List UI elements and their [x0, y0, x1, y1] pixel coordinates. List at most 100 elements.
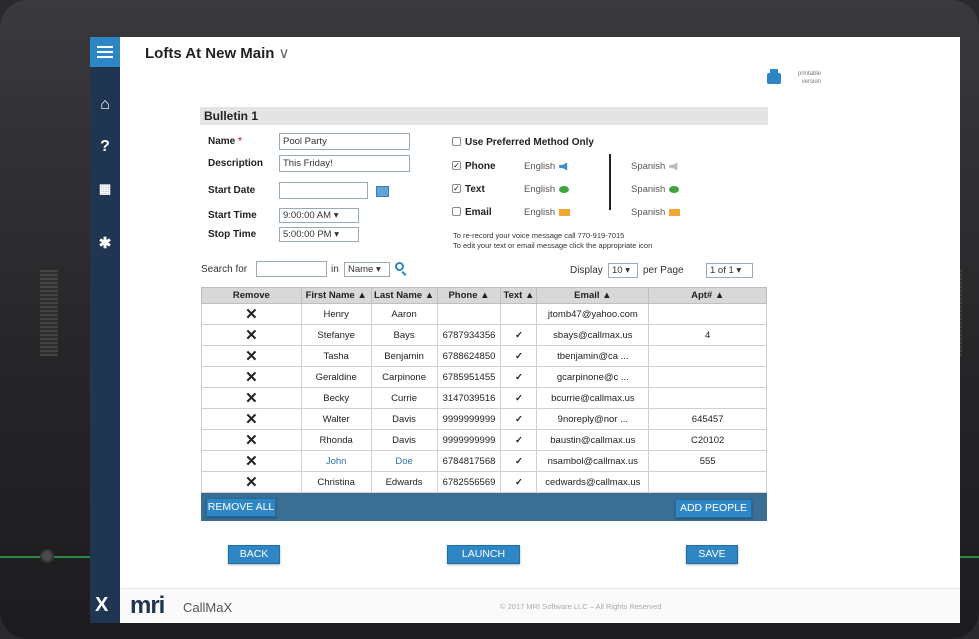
first-name-cell: Stefanye [300, 324, 372, 346]
col-phone[interactable]: Phone ▲ [436, 287, 502, 304]
first-name-cell: John [300, 450, 372, 472]
launch-button[interactable]: LAUNCH [447, 545, 520, 564]
name-field[interactable]: Pool Party [279, 133, 410, 150]
calendar-picker-icon[interactable] [376, 186, 389, 197]
search-icon[interactable] [395, 262, 404, 271]
remove-row-button[interactable]: ✕ [201, 387, 302, 409]
col-apt[interactable]: Apt# ▲ [648, 287, 767, 304]
text-status-cell: ✓ [500, 324, 538, 346]
gear-icon[interactable]: ✱ [90, 228, 120, 258]
text-status-cell: ✓ [500, 387, 538, 409]
first-name-cell: Rhonda [300, 429, 372, 451]
phone-spanish-option[interactable]: Spanish [631, 161, 679, 172]
search-in-label: in [331, 264, 339, 275]
first-name-cell: Christina [300, 471, 372, 493]
remove-row-button[interactable]: ✕ [201, 471, 302, 493]
table-row: ✕ John Doe 6784817568 ✓ nsambol@callmax.us 555 [201, 450, 767, 472]
email-cell: 9noreply@nor ... [536, 408, 650, 430]
text-label: Text [465, 184, 485, 195]
col-last-name[interactable]: Last Name ▲ [370, 287, 438, 304]
chat-bubble-icon[interactable] [559, 185, 570, 193]
table-row: ✕ Walter Davis 9999999999 ✓ 9noreply@nor ... 6… [201, 408, 767, 430]
speaker-icon[interactable] [669, 162, 678, 171]
apt-cell: 645457 [648, 408, 767, 430]
description-field[interactable]: This Friday! [279, 155, 410, 172]
email-spanish-option[interactable]: Spanish [631, 207, 681, 218]
add-people-button[interactable]: ADD PEOPLE [675, 499, 752, 518]
remove-row-button[interactable]: ✕ [201, 303, 302, 325]
remove-row-button[interactable]: ✕ [201, 408, 302, 430]
voice-note: To re-record your voice message call 770… [453, 231, 625, 240]
phone-english-option[interactable]: English [524, 161, 569, 172]
phone-label: Phone [465, 161, 496, 172]
home-icon[interactable]: ⌂ [90, 90, 120, 120]
email-english-option[interactable]: English [524, 207, 571, 218]
preferred-method-label: Use Preferred Method Only [465, 137, 594, 148]
left-speaker-grille [40, 270, 58, 356]
envelope-icon[interactable] [669, 208, 681, 216]
search-label: Search for [201, 264, 248, 275]
phone-checkbox[interactable]: ✓ [452, 161, 461, 170]
remove-row-button[interactable]: ✕ [201, 429, 302, 451]
page-select[interactable]: 1 of 1 ▾ [706, 263, 753, 278]
email-checkbox[interactable] [452, 207, 461, 216]
col-remove[interactable]: Remove [201, 287, 302, 304]
printable-version-link[interactable]: printable version [767, 68, 821, 86]
email-cell: baustin@callmax.us [536, 429, 650, 451]
table-row: ✕ Tasha Benjamin 6788624850 ✓ tbenjamin@ca ..… [201, 345, 767, 367]
envelope-icon[interactable] [559, 208, 571, 216]
start-date-field[interactable] [279, 182, 368, 199]
apt-cell: C20102 [648, 429, 767, 451]
text-english-option[interactable]: English [524, 184, 570, 195]
tablet-camera [40, 549, 54, 563]
calendar-icon[interactable]: ▦ [90, 174, 120, 204]
search-field-select[interactable]: Name ▾ [344, 262, 390, 277]
table-row: ✕ Rhonda Davis 9999999999 ✓ baustin@callmax.u… [201, 429, 767, 451]
email-cell: jtomb47@yahoo.com [536, 303, 650, 325]
col-email[interactable]: Email ▲ [536, 287, 650, 304]
start-time-select[interactable]: 9:00:00 AM ▾ [279, 208, 359, 223]
table-header-row: Remove First Name ▲ Last Name ▲ Phone ▲ … [201, 287, 767, 304]
speaker-icon[interactable] [559, 162, 568, 171]
text-checkbox[interactable]: ✓ [452, 184, 461, 193]
help-icon[interactable]: ? [90, 132, 120, 162]
text-status-cell: ✓ [500, 429, 538, 451]
preferred-method-checkbox[interactable] [452, 137, 461, 146]
per-page-select[interactable]: 10 ▾ [608, 263, 638, 278]
phone-cell: 9999999999 [436, 429, 502, 451]
menu-button[interactable] [90, 37, 120, 67]
x-logo: X [95, 594, 109, 616]
text-spanish-option[interactable]: Spanish [631, 184, 680, 195]
property-selector[interactable]: Lofts At New Main ∨ [145, 44, 289, 62]
printable-label: printable version [797, 71, 821, 85]
search-input[interactable] [256, 261, 327, 277]
text-status-cell: ✓ [500, 471, 538, 493]
sidebar: ⌂ ? ▦ ✱ [90, 37, 120, 623]
table-row: ✕ Stefanye Bays 6787934356 ✓ sbays@callmax.us… [201, 324, 767, 346]
stop-time-select[interactable]: 5:00:00 PM ▾ [279, 227, 359, 242]
last-name-cell: Carpinone [370, 366, 438, 388]
remove-row-button[interactable]: ✕ [201, 345, 302, 367]
back-button[interactable]: BACK [228, 545, 280, 564]
apt-cell [648, 471, 767, 493]
first-name-cell: Walter [300, 408, 372, 430]
edit-note: To edit your text or email message click… [453, 241, 653, 250]
language-divider [609, 154, 611, 210]
page-title: Lofts At New Main [145, 45, 275, 62]
last-name-cell: Doe [370, 450, 438, 472]
remove-row-button[interactable]: ✕ [201, 450, 302, 472]
apt-cell: 4 [648, 324, 767, 346]
stop-time-label: Stop Time [208, 229, 257, 240]
remove-row-button[interactable]: ✕ [201, 324, 302, 346]
email-cell: tbenjamin@ca ... [536, 345, 650, 367]
table-row: ✕ Christina Edwards 6782556569 ✓ cedwards@cal… [201, 471, 767, 493]
chat-bubble-icon[interactable] [669, 185, 680, 193]
col-first-name[interactable]: First Name ▲ [300, 287, 372, 304]
remove-row-button[interactable]: ✕ [201, 366, 302, 388]
apt-cell [648, 303, 767, 325]
phone-cell: 6784817568 [436, 450, 502, 472]
save-button[interactable]: SAVE [686, 545, 738, 564]
col-text[interactable]: Text ▲ [500, 287, 538, 304]
remove-all-button[interactable]: REMOVE ALL [206, 498, 276, 517]
hamburger-icon [97, 46, 113, 58]
